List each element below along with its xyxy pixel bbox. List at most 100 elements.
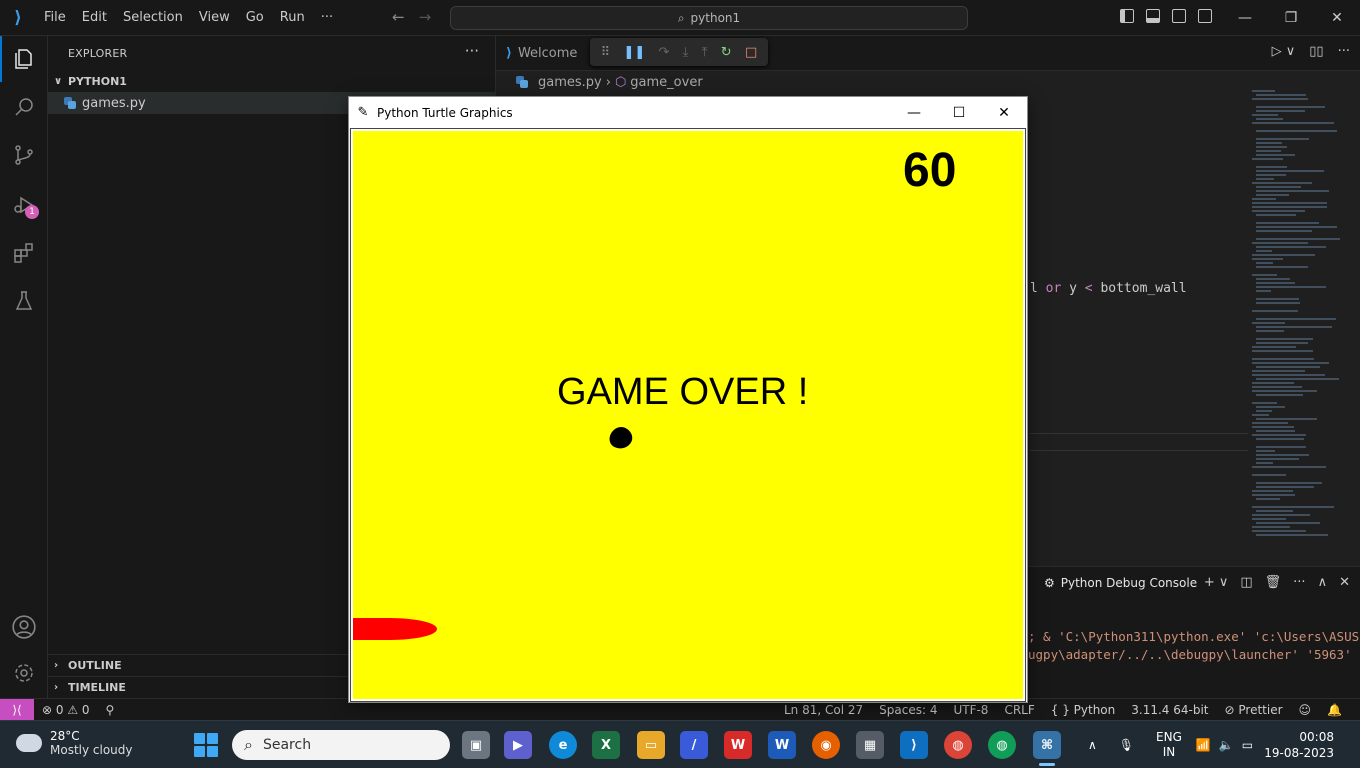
language-mode[interactable]: { } Python xyxy=(1043,703,1124,717)
menu-view[interactable]: View xyxy=(191,0,238,36)
weather-condition: Mostly cloudy xyxy=(50,743,133,757)
taskbar-search[interactable]: ⌕ Search xyxy=(232,730,450,760)
explorer-icon[interactable] xyxy=(0,36,48,82)
minimap[interactable] xyxy=(1252,90,1347,540)
calculator-icon[interactable]: ▦ xyxy=(856,731,884,759)
kill-terminal-icon[interactable]: 🗑 xyxy=(1265,575,1282,590)
wps-office-icon[interactable]: W xyxy=(724,731,752,759)
toggle-panel-icon[interactable] xyxy=(1146,9,1160,23)
tab-welcome[interactable]: ⟩ Welcome xyxy=(496,36,587,71)
menu-run[interactable]: Run xyxy=(272,0,313,36)
minimap-line xyxy=(1256,366,1320,368)
more-actions-icon[interactable]: ··· xyxy=(465,42,479,60)
accounts-icon[interactable] xyxy=(0,604,48,650)
prettier-status[interactable]: ⊘ Prettier xyxy=(1217,703,1291,717)
language-indicator[interactable]: ENG IN xyxy=(1156,730,1182,760)
folder-header[interactable]: ∨ PYTHON1 xyxy=(48,70,495,92)
firefox-icon[interactable]: ◉ xyxy=(812,731,840,759)
new-terminal-icon[interactable]: + ∨ xyxy=(1204,575,1229,590)
split-editor-icon[interactable]: ▯▯ xyxy=(1309,44,1323,59)
python-taskbar-icon[interactable]: ⌘ xyxy=(1033,731,1061,759)
maximize-panel-icon[interactable]: ∧ xyxy=(1318,575,1328,590)
python-interpreter[interactable]: 3.11.4 64-bit xyxy=(1123,703,1216,717)
panel-more-icon[interactable]: ··· xyxy=(1293,575,1305,590)
feedback-icon[interactable]: ☺ xyxy=(1291,703,1320,717)
encoding[interactable]: UTF-8 xyxy=(945,703,996,717)
minimap-line xyxy=(1256,110,1305,112)
notifications-bell-icon[interactable]: 🔔 xyxy=(1319,703,1350,717)
restart-icon[interactable]: ↻ xyxy=(721,45,732,60)
menu-file[interactable]: File xyxy=(36,0,74,36)
toggle-secondary-sidebar-icon[interactable] xyxy=(1172,9,1186,23)
word-icon[interactable]: W xyxy=(768,731,796,759)
step-over-icon[interactable]: ↷ xyxy=(659,45,670,60)
cursor-position[interactable]: Ln 81, Col 27 xyxy=(776,703,871,717)
clock[interactable]: 00:08 19-08-2023 xyxy=(1264,729,1334,761)
chrome-profile-icon[interactable]: ◍ xyxy=(988,731,1016,759)
command-center[interactable]: ⌕ python1 xyxy=(450,6,968,30)
forward-arrow-icon[interactable]: → xyxy=(419,8,432,26)
indentation[interactable]: Spaces: 4 xyxy=(871,703,945,717)
drag-handle-icon[interactable]: ⠿ xyxy=(601,45,611,60)
editor-app-icon[interactable]: / xyxy=(680,731,708,759)
manage-gear-icon[interactable] xyxy=(0,650,48,696)
testing-icon[interactable] xyxy=(0,278,48,324)
file-explorer-icon[interactable]: ▭ xyxy=(637,731,665,759)
pause-icon[interactable]: ❚❚ xyxy=(623,45,645,60)
close-icon[interactable]: ✕ xyxy=(1314,0,1360,36)
breadcrumb: games.py › ⬡ game_over xyxy=(496,71,1360,93)
excel-icon[interactable]: X xyxy=(592,731,620,759)
turtle-close-icon[interactable]: ✕ xyxy=(981,97,1027,128)
toggle-sidebar-icon[interactable] xyxy=(1120,9,1134,23)
stop-icon[interactable]: □ xyxy=(745,45,757,60)
restore-icon[interactable]: ❐ xyxy=(1268,0,1314,36)
menu-selection[interactable]: Selection xyxy=(115,0,191,36)
vscode-taskbar-icon[interactable]: ⟩ xyxy=(900,731,928,759)
breadcrumb-file[interactable]: games.py xyxy=(538,75,602,90)
show-hidden-icons-icon[interactable]: ∧ xyxy=(1088,738,1097,752)
start-windows-icon[interactable] xyxy=(194,733,218,757)
weather-widget[interactable]: 28°C Mostly cloudy xyxy=(12,728,133,757)
breadcrumb-symbol[interactable]: game_over xyxy=(630,75,702,90)
problems-indicator[interactable]: ⊗ 0 ⚠ 0 xyxy=(34,703,98,717)
minimap-line xyxy=(1256,446,1306,448)
customize-layout-icon[interactable] xyxy=(1198,9,1212,23)
wifi-icon[interactable]: 📶 xyxy=(1196,738,1211,752)
edge-browser-icon[interactable]: e xyxy=(549,731,577,759)
source-control-icon[interactable] xyxy=(0,132,48,178)
editor-actions: ▷ ∨ ▯▯ ··· xyxy=(1272,44,1350,59)
python-file-icon xyxy=(64,97,76,109)
menu-edit[interactable]: Edit xyxy=(74,0,115,36)
search-view-icon[interactable] xyxy=(0,84,48,130)
chrome-icon[interactable]: ◍ xyxy=(944,731,972,759)
microphone-icon[interactable]: 🎙 xyxy=(1119,738,1134,752)
step-out-icon[interactable]: ⤒ xyxy=(702,45,708,60)
battery-icon[interactable]: ▭ xyxy=(1242,738,1253,752)
minimap-line xyxy=(1252,386,1302,388)
extensions-icon[interactable] xyxy=(0,230,48,276)
remote-indicator-icon[interactable]: ⟩⟨ xyxy=(0,698,34,721)
editor-more-icon[interactable]: ··· xyxy=(1338,44,1350,59)
turtle-minimize-icon[interactable]: — xyxy=(891,97,937,128)
code-line-81[interactable]: l or y < bottom_wall xyxy=(1030,281,1187,296)
teams-meet-icon[interactable]: ▶ xyxy=(504,731,532,759)
step-into-icon[interactable]: ⤓ xyxy=(683,45,689,60)
minimap-line xyxy=(1252,402,1277,404)
menu-go[interactable]: Go xyxy=(238,0,272,36)
turtle-maximize-icon[interactable]: ☐ xyxy=(936,97,982,128)
clock-time: 00:08 xyxy=(1299,730,1334,744)
task-view-icon[interactable]: ▣ xyxy=(462,731,490,759)
turtle-canvas[interactable]: 60 GAME OVER ! xyxy=(353,131,1023,699)
minimap-line xyxy=(1256,186,1301,188)
breadcrumb-separator-icon: › xyxy=(605,74,611,90)
close-panel-icon[interactable]: ✕ xyxy=(1339,575,1350,590)
minimize-icon[interactable]: — xyxy=(1222,0,1268,36)
menu-more[interactable]: ··· xyxy=(313,0,341,36)
volume-icon[interactable]: 🔈 xyxy=(1219,738,1234,752)
line-ending[interactable]: CRLF xyxy=(996,703,1042,717)
run-debug-icon[interactable]: 1 xyxy=(0,182,48,228)
split-terminal-icon[interactable]: ◫ xyxy=(1240,575,1252,590)
back-arrow-icon[interactable]: ← xyxy=(392,8,405,26)
debug-status-icon[interactable]: ⚲ xyxy=(98,703,123,717)
run-file-icon[interactable]: ▷ ∨ xyxy=(1272,44,1296,59)
